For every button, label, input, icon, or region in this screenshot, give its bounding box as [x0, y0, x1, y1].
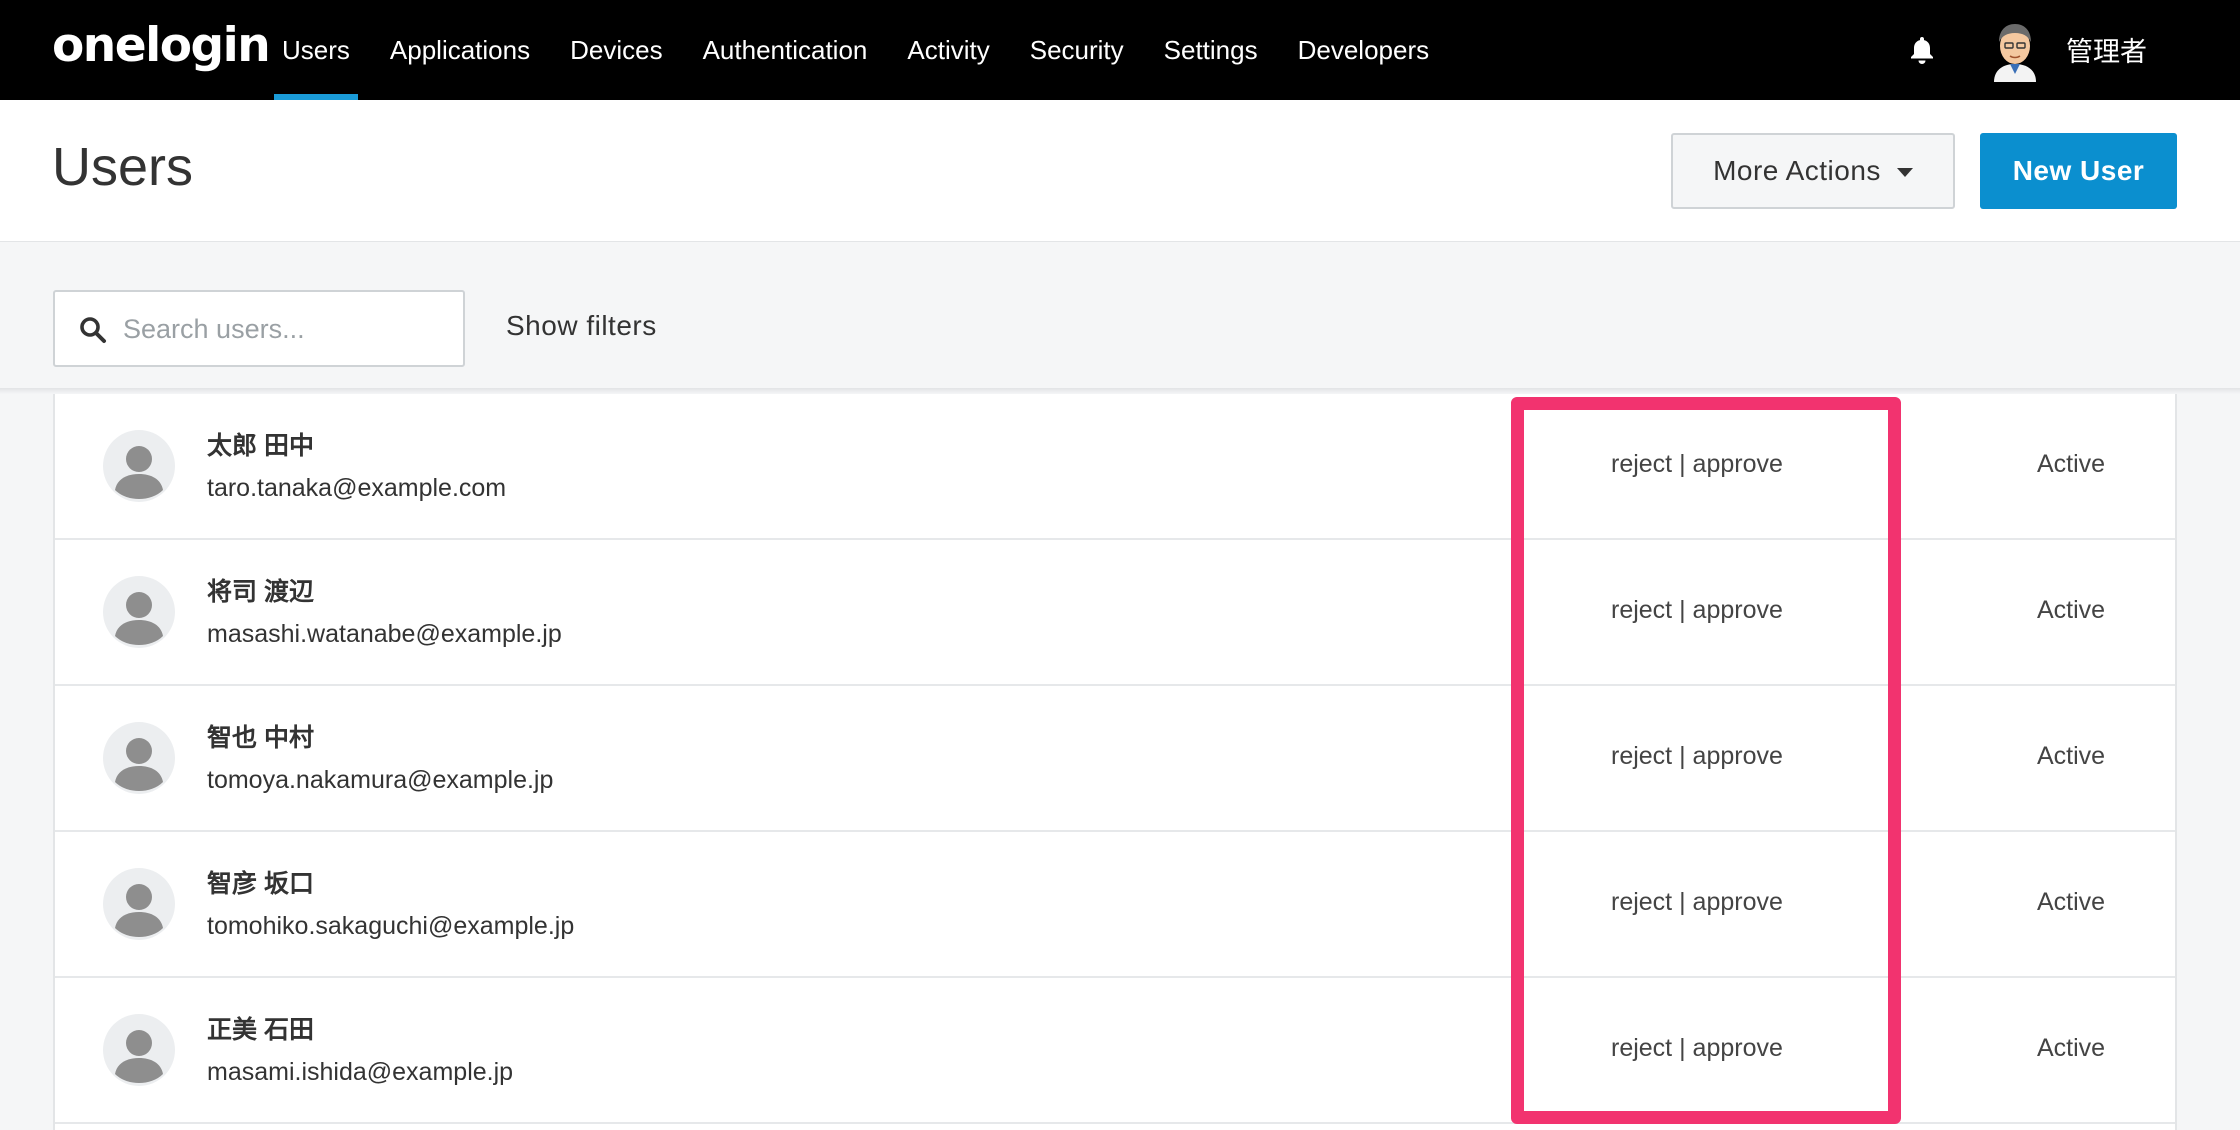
show-filters-link[interactable]: Show filters: [506, 310, 657, 342]
user-status: Active: [2037, 1034, 2106, 1062]
user-name: 太郎 田中: [207, 432, 314, 460]
approve-link[interactable]: approve: [1693, 596, 1783, 624]
user-row[interactable]: 太郎 田中 taro.tanaka@example.com reject | a…: [55, 394, 2175, 540]
user-email: tomohiko.sakaguchi@example.jp: [207, 912, 575, 940]
user-list: 太郎 田中 taro.tanaka@example.com reject | a…: [53, 394, 2177, 1130]
nav-item-label: Applications: [389, 34, 531, 65]
nav-item-users[interactable]: Users: [262, 0, 370, 100]
user-status: Active: [2037, 888, 2106, 916]
reject-link[interactable]: reject: [1611, 596, 1672, 624]
user-name: 将司 渡辺: [207, 578, 314, 606]
user-status: Active: [2037, 450, 2106, 478]
page-title: Users: [52, 137, 194, 197]
user-status: Active: [2037, 742, 2106, 770]
user-approval-actions: reject | approve: [1611, 596, 1783, 625]
user-email: tomoya.nakamura@example.jp: [207, 766, 554, 794]
nav-item-label: Activity: [907, 34, 990, 65]
user-placeholder-icon: [103, 430, 175, 502]
nav-item-activity[interactable]: Activity: [887, 0, 1009, 100]
user-name: 正美 石田: [207, 1016, 314, 1044]
action-separator: |: [1679, 742, 1686, 770]
user-placeholder-icon: [103, 722, 175, 794]
onelogin-logo[interactable]: onelogin: [52, 18, 271, 73]
user-approval-actions: reject | approve: [1611, 1034, 1783, 1063]
nav-item-applications[interactable]: Applications: [370, 0, 550, 100]
nav-item-authentication[interactable]: Authentication: [683, 0, 888, 100]
admin-user-name[interactable]: 管理者: [2066, 30, 2147, 69]
user-status: Active: [2037, 596, 2106, 624]
user-placeholder-icon: [103, 868, 175, 940]
user-row[interactable]: 智彦 坂口 tomohiko.sakaguchi@example.jp reje…: [55, 832, 2175, 978]
nav-item-developers[interactable]: Developers: [1278, 0, 1450, 100]
new-user-button[interactable]: New User: [1980, 133, 2177, 209]
nav-item-label: Settings: [1163, 34, 1258, 65]
user-email: taro.tanaka@example.com: [207, 474, 507, 502]
user-name: 智也 中村: [207, 724, 314, 752]
admin-avatar[interactable]: [1986, 18, 2044, 82]
reject-link[interactable]: reject: [1611, 1034, 1672, 1062]
nav-item-security[interactable]: Security: [1010, 0, 1144, 100]
approve-link[interactable]: approve: [1693, 450, 1783, 478]
nav-item-label: Devices: [570, 34, 663, 65]
user-name: 智彦 坂口: [207, 870, 314, 898]
reject-link[interactable]: reject: [1611, 450, 1672, 478]
user-approval-actions: reject | approve: [1611, 742, 1783, 771]
main-nav: Users Applications Devices Authenticatio…: [262, 0, 1449, 100]
action-separator: |: [1679, 450, 1686, 478]
action-separator: |: [1679, 1034, 1686, 1062]
reject-link[interactable]: reject: [1611, 742, 1672, 770]
search-icon: [80, 317, 106, 343]
approve-link[interactable]: approve: [1693, 888, 1783, 916]
user-placeholder-icon: [103, 576, 175, 648]
more-actions-label: More Actions: [1713, 155, 1881, 186]
action-separator: |: [1679, 596, 1686, 624]
nav-item-label: Users: [282, 34, 350, 65]
page-header: Users More Actions New User: [0, 100, 2240, 242]
new-user-label: New User: [2012, 155, 2145, 186]
top-navigation-bar: onelogin Users Applications Devices Auth…: [0, 0, 2240, 100]
approve-link[interactable]: approve: [1693, 1034, 1783, 1062]
nav-item-settings[interactable]: Settings: [1144, 0, 1278, 100]
nav-item-label: Security: [1029, 34, 1124, 65]
user-email: masashi.watanabe@example.jp: [207, 620, 562, 648]
search-box[interactable]: [53, 290, 465, 367]
caret-down-icon: [1896, 168, 1913, 177]
nav-item-label: Developers: [1297, 34, 1430, 65]
more-actions-button[interactable]: More Actions: [1671, 133, 1955, 209]
reject-link[interactable]: reject: [1611, 888, 1672, 916]
user-row[interactable]: 将司 渡辺 masashi.watanabe@example.jp reject…: [55, 540, 2175, 686]
action-separator: |: [1679, 888, 1686, 916]
approve-link[interactable]: approve: [1693, 742, 1783, 770]
nav-item-devices[interactable]: Devices: [550, 0, 682, 100]
nav-item-label: Authentication: [702, 34, 868, 65]
bell-icon[interactable]: [1906, 34, 1938, 66]
user-email: masami.ishida@example.jp: [207, 1058, 514, 1086]
user-approval-actions: reject | approve: [1611, 450, 1783, 479]
user-row[interactable]: 智也 中村 tomoya.nakamura@example.jp reject …: [55, 686, 2175, 832]
user-approval-actions: reject | approve: [1611, 888, 1783, 917]
search-input[interactable]: [123, 306, 453, 352]
user-row[interactable]: 正美 石田 masami.ishida@example.jp reject | …: [55, 978, 2175, 1124]
user-placeholder-icon: [103, 1014, 175, 1086]
